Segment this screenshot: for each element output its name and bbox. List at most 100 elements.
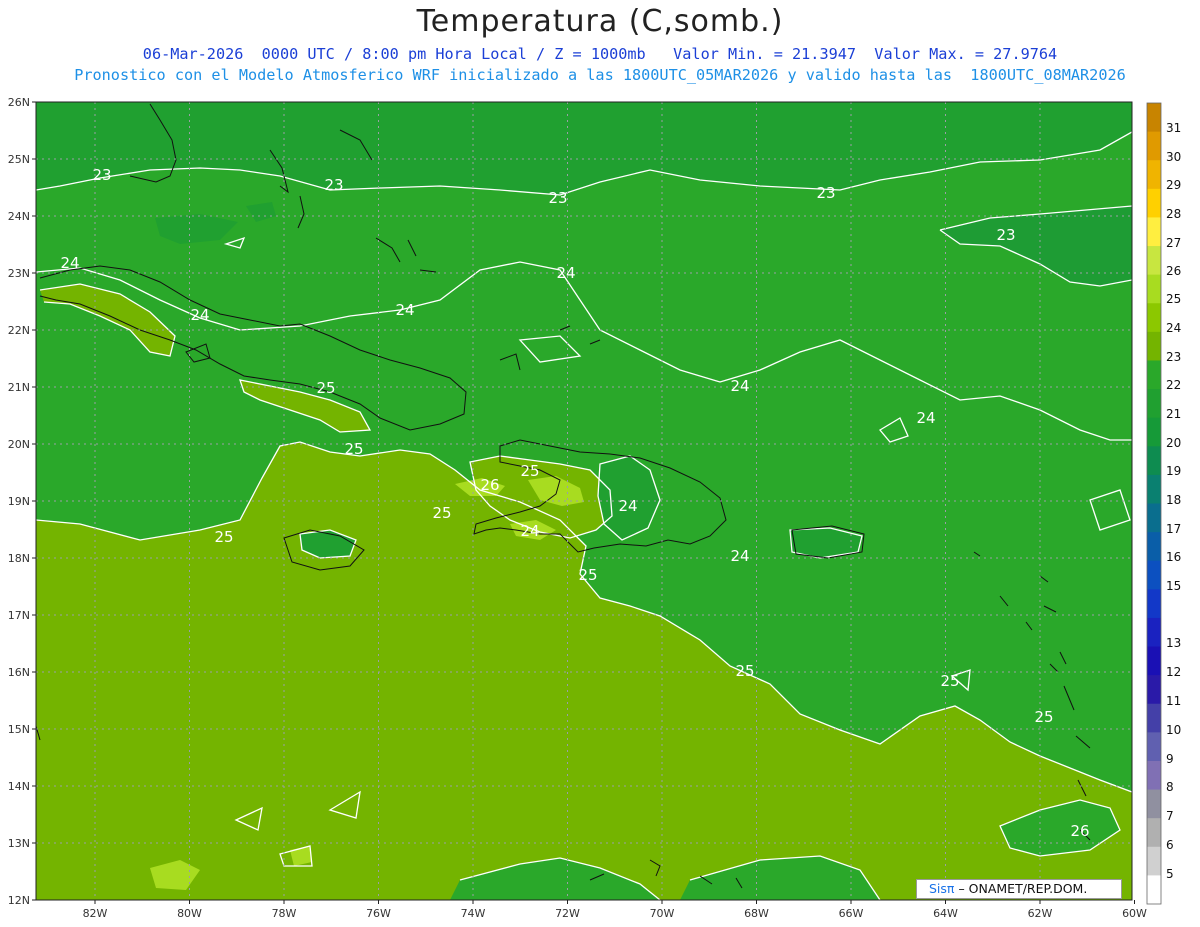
contour-label: 25 (432, 504, 451, 522)
colorbar-swatch (1147, 389, 1161, 419)
contour-label: 23 (324, 176, 343, 194)
colorbar-label: 8 (1166, 780, 1174, 794)
lon-tick-label: 62W (1028, 907, 1053, 920)
lat-tick-label: 13N (8, 837, 30, 850)
lon-tick-label: 64W (933, 907, 958, 920)
lon-tick-label: 68W (744, 907, 769, 920)
contour-label: 25 (214, 528, 233, 546)
colorbar-swatch (1147, 617, 1161, 648)
colorbar-label: 24 (1166, 321, 1181, 335)
contour-label: 26 (480, 476, 499, 494)
contour-label: 24 (395, 301, 414, 319)
lon-tick-label: 66W (839, 907, 864, 920)
lat-tick-label: 21N (8, 381, 30, 394)
colorbar-swatch (1147, 560, 1161, 590)
lon-tick-label: 74W (461, 907, 486, 920)
lat-tick-label: 19N (8, 495, 30, 508)
lat-tick-label: 25N (8, 153, 30, 166)
colorbar-swatch (1147, 417, 1161, 447)
contour-label: 23 (548, 189, 567, 207)
colorbar-swatch (1147, 732, 1161, 762)
colorbar-swatch (1147, 217, 1161, 247)
colorbar-swatch (1147, 846, 1161, 876)
colorbar-swatch (1147, 703, 1161, 733)
contour-label: 24 (730, 547, 749, 565)
lat-tick-label: 16N (8, 666, 30, 679)
colorbar-label: 21 (1166, 407, 1181, 421)
contour-label: 25 (520, 462, 539, 480)
lon-tick-label: 72W (555, 907, 580, 920)
credit-text: – ONAMET/REP.DOM. (958, 881, 1088, 896)
colorbar-swatch (1147, 646, 1161, 676)
contour-label: 25 (578, 566, 597, 584)
colorbar-swatch (1147, 274, 1161, 304)
contour-label: 25 (940, 672, 959, 690)
colorbar-label: 26 (1166, 264, 1181, 278)
colorbar-swatch (1147, 474, 1161, 504)
colorbar-label: 17 (1166, 522, 1181, 536)
colorbar-swatch (1147, 532, 1161, 562)
contour-label: 24 (520, 522, 539, 540)
colorbar-label: 19 (1166, 464, 1181, 478)
lon-tick-label: 80W (177, 907, 202, 920)
colorbar-label: 31 (1166, 121, 1181, 135)
latitude-axis: 26N 25N 24N 23N 22N 21N 20N 19N 18N 17N 16N 15N 14N 1… (8, 96, 36, 907)
colorbar-swatch (1147, 246, 1161, 276)
lat-tick-label: 26N (8, 96, 30, 109)
colorbar-label: 30 (1166, 150, 1181, 164)
colorbar-label: 11 (1166, 694, 1181, 708)
colorbar-label: 10 (1166, 723, 1181, 737)
contour-label: 24 (60, 254, 79, 272)
colorbar-swatch (1147, 160, 1161, 190)
lon-tick-label: 70W (650, 907, 675, 920)
colorbar-label: 22 (1166, 378, 1181, 392)
colorbar-swatch (1147, 789, 1161, 819)
lat-tick-label: 14N (8, 780, 30, 793)
brand-logo-text: Sisπ (929, 881, 955, 896)
colorbar-swatch (1147, 188, 1161, 218)
contour-label: 23 (996, 226, 1015, 244)
colorbar-label: 29 (1166, 178, 1181, 192)
lat-tick-label: 15N (8, 723, 30, 736)
colorbar-swatch (1147, 360, 1161, 390)
lon-tick-label: 60W (1122, 907, 1147, 920)
colorbar-label: 25 (1166, 292, 1181, 306)
colorbar-label: 5 (1166, 867, 1174, 881)
contour-label: 24 (618, 497, 637, 515)
colorbar-swatch (1147, 331, 1161, 361)
contour-label: 25 (344, 440, 363, 458)
colorbar-swatch (1147, 675, 1161, 705)
contour-label: 24 (556, 264, 575, 282)
lon-tick-label: 78W (272, 907, 297, 920)
colorbar-label: 16 (1166, 550, 1181, 564)
lon-tick-label: 82W (83, 907, 108, 920)
colorbar-swatch (1147, 818, 1161, 848)
colorbar-label: 9 (1166, 752, 1174, 766)
contour-label: 24 (730, 377, 749, 395)
colorbar-swatch (1147, 503, 1161, 533)
lat-tick-label: 20N (8, 438, 30, 451)
colorbar-label: 6 (1166, 838, 1174, 852)
colorbar-label: 12 (1166, 665, 1181, 679)
colorbar: 31 30 29 28 27 26 25 24 23 22 21 20 19 18 17 16 15 13 12 11… (1146, 102, 1181, 905)
colorbar-swatch (1147, 303, 1161, 333)
colorbar-swatch (1147, 446, 1161, 476)
lat-tick-label: 24N (8, 210, 30, 223)
lat-tick-label: 12N (8, 894, 30, 907)
colorbar-label: 13 (1166, 636, 1181, 650)
colorbar-label: 18 (1166, 493, 1181, 507)
colorbar-label: 20 (1166, 436, 1181, 450)
lat-tick-label: 23N (8, 267, 30, 280)
contour-label: 25 (316, 379, 335, 397)
contour-label: 26 (1070, 822, 1089, 840)
colorbar-swatch (1147, 760, 1161, 791)
longitude-axis: 82W 80W 78W 76W 74W 72W 70W 68W 66W 64W 62W 60W (83, 900, 1147, 920)
lat-tick-label: 17N (8, 609, 30, 622)
contour-label: 25 (1034, 708, 1053, 726)
colorbar-swatch (1147, 103, 1161, 133)
colorbar-swatch (1147, 131, 1161, 161)
contour-label: 25 (735, 662, 754, 680)
colorbar-label: 28 (1166, 207, 1181, 221)
forecast-map: 23 23 23 23 23 24 24 24 24 24 24 24 25 25 25 25 25 25 25 25… (8, 96, 1182, 920)
colorbar-label: 23 (1166, 350, 1181, 364)
